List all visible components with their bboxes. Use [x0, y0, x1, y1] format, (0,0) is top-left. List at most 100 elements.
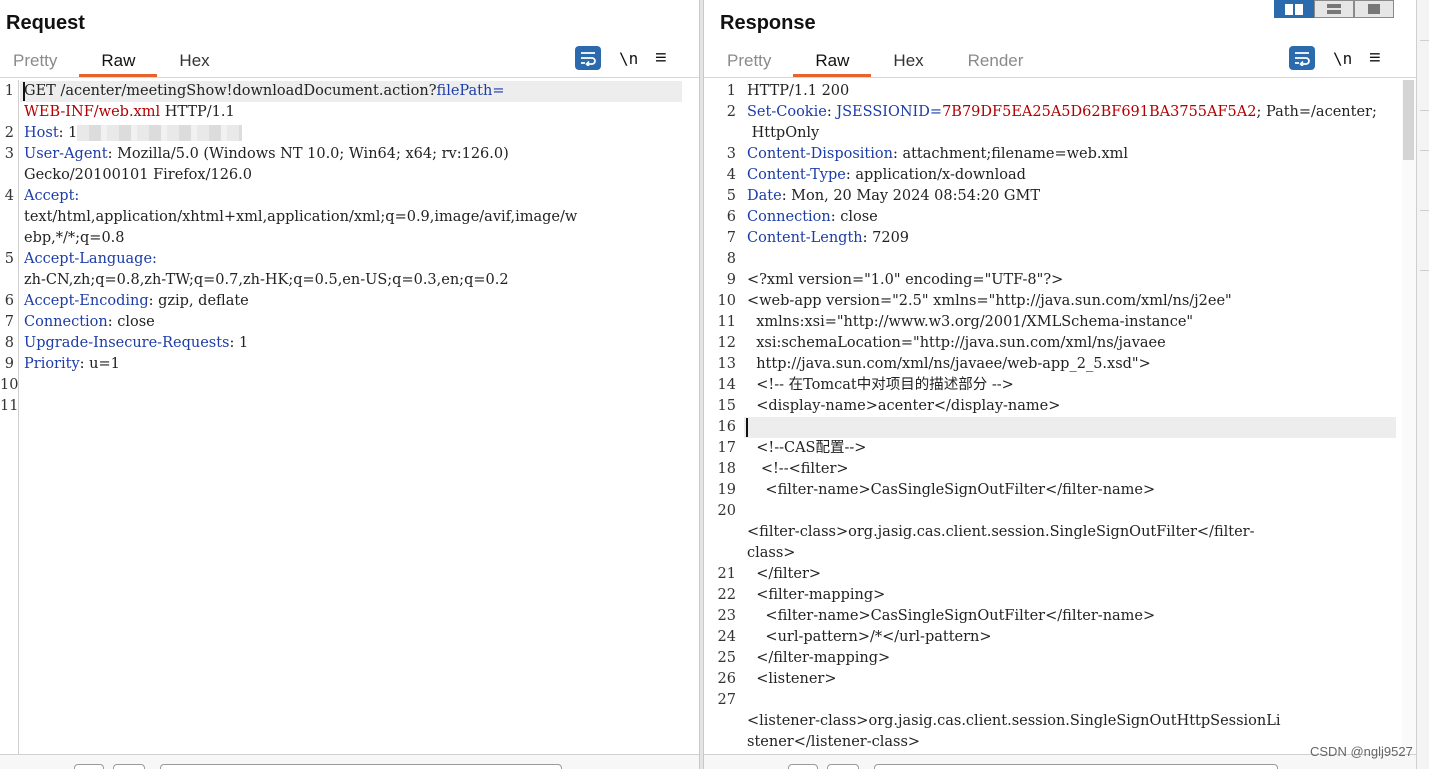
code-token: <filter-name>CasSingleSignOutFilter</fil… [747, 608, 1156, 624]
code-line[interactable]: <url-pattern>/*</url-pattern> [747, 627, 991, 648]
code-line[interactable]: Upgrade-Insecure-Requests: 1 [24, 333, 248, 354]
code-line[interactable]: Set-Cookie: JSESSIONID=7B79DF5EA25A5D62B… [747, 102, 1377, 123]
hamburger-menu-icon[interactable]: ≡ [1369, 48, 1387, 68]
code-token: Accept-Language [24, 251, 153, 267]
code-line[interactable]: <!-- 在Tomcat中对项目的描述部分 --> [747, 375, 1014, 396]
response-scrollbar[interactable] [1402, 80, 1416, 754]
code-line[interactable]: Accept: [24, 186, 79, 207]
line-number: 5 [726, 188, 736, 204]
code-token: <filter-name>CasSingleSignOutFilter</fil… [747, 482, 1156, 498]
split-columns-icon[interactable] [1274, 0, 1314, 18]
code-line[interactable]: text/html,application/xhtml+xml,applicat… [24, 207, 577, 228]
code-line[interactable]: xsi:schemaLocation="http://java.sun.com/… [747, 333, 1166, 354]
code-line[interactable]: Content-Length: 7209 [747, 228, 909, 249]
nav-back-button[interactable] [788, 764, 818, 769]
code-token: : [58, 125, 69, 141]
newline-toggle-button[interactable]: \n [1333, 49, 1352, 68]
tab-render[interactable]: Render [946, 48, 1046, 77]
code-line[interactable]: <display-name>acenter</display-name> [747, 396, 1060, 417]
wrap-lines-icon[interactable] [1289, 46, 1315, 70]
code-token: ebp,*/*;q=0.8 [24, 230, 125, 246]
response-editor[interactable]: 1 HTTP/1.1 200 2 Set-Cookie: JSESSIONID=7B7… [704, 80, 1416, 754]
code-line[interactable]: </filter> [747, 564, 821, 585]
code-token: Content-Length [747, 230, 863, 246]
line-number: 1 [726, 83, 736, 99]
code-token: stener</listener-class> [747, 734, 921, 750]
line-number: 7 [726, 230, 736, 246]
code-line[interactable]: stener</listener-class> [747, 732, 920, 753]
code-line[interactable]: User-Agent: Mozilla/5.0 (Windows NT 10.0… [24, 144, 509, 165]
code-line[interactable]: http://java.sun.com/xml/ns/javaee/web-ap… [747, 354, 1151, 375]
line-number: 5 [4, 251, 14, 267]
code-line[interactable]: ebp,*/*;q=0.8 [24, 228, 125, 249]
tab-hex[interactable]: Hex [157, 48, 231, 77]
watermark: CSDN @nglj9527 [1310, 744, 1413, 759]
line-number: 3 [4, 146, 14, 162]
tab-raw[interactable]: Raw [793, 48, 872, 77]
request-editor[interactable]: 1 GET /acenter/meetingShow!downloadDocume… [0, 80, 700, 754]
code-line[interactable]: </filter-mapping> [747, 648, 890, 669]
code-line[interactable]: Accept-Encoding: gzip, deflate [24, 291, 249, 312]
code-line[interactable]: xmlns:xsi="http://www.w3.org/2001/XMLSch… [747, 312, 1193, 333]
code-token: : Mon, 20 May 2024 08:54:20 GMT [781, 188, 1041, 204]
split-rows-icon[interactable] [1314, 0, 1354, 18]
code-token: <listener> [747, 671, 837, 687]
code-token: xsi:schemaLocation="http://java.sun.com/… [747, 335, 1166, 351]
code-token: <!-- 在Tomcat中对项目的描述部分 --> [747, 377, 1014, 393]
inspector-sidebar[interactable] [1416, 0, 1429, 769]
code-line[interactable]: class> [747, 543, 795, 564]
code-token: Upgrade-Insecure-Requests [24, 335, 230, 351]
code-line[interactable]: <web-app version="2.5" xmlns="http://jav… [747, 291, 1232, 312]
search-input[interactable] [160, 764, 562, 769]
line-number: 11 [0, 398, 19, 414]
tab-pretty[interactable]: Pretty [704, 48, 793, 77]
nav-forward-button[interactable] [827, 764, 859, 769]
code-line[interactable]: <filter-mapping> [747, 585, 885, 606]
code-line[interactable]: Content-Type: application/x-download [747, 165, 1026, 186]
code-line[interactable]: <!--<filter> [747, 459, 849, 480]
code-token: HTTP/1.1 200 [747, 83, 850, 99]
code-line[interactable]: WEB-INF/web.xml HTTP/1.1 [24, 102, 235, 123]
code-line[interactable]: <!--CAS配置--> [747, 438, 866, 459]
line-number: 9 [726, 272, 736, 288]
tab-raw[interactable]: Raw [79, 48, 158, 77]
code-line[interactable]: Accept-Language: [24, 249, 157, 270]
code-line[interactable]: <?xml version="1.0" encoding="UTF-8"?> [747, 270, 1063, 291]
code-line[interactable]: <filter-name>CasSingleSignOutFilter</fil… [747, 606, 1155, 627]
text-cursor [23, 82, 25, 101]
code-line[interactable]: Host: 1 [24, 123, 243, 144]
code-line[interactable]: HTTP/1.1 200 [747, 81, 849, 102]
tab-hex[interactable]: Hex [871, 48, 945, 77]
code-line[interactable]: Priority: u=1 [24, 354, 120, 375]
nav-back-button[interactable] [74, 764, 104, 769]
code-line[interactable]: zh-CN,zh;q=0.8,zh-TW;q=0.7,zh-HK;q=0.5,e… [24, 270, 509, 291]
line-number: 14 [717, 377, 736, 393]
code-line[interactable]: Connection: close [24, 312, 155, 333]
newline-toggle-button[interactable]: \n [619, 49, 638, 68]
code-token: <display-name>acenter</display-name> [747, 398, 1061, 414]
code-line[interactable]: <filter-name>CasSingleSignOutFilter</fil… [747, 480, 1155, 501]
code-line[interactable]: <listener-class>org.jasig.cas.client.ses… [747, 711, 1281, 732]
code-line[interactable]: Content-Disposition: attachment;filename… [747, 144, 1128, 165]
hamburger-menu-icon[interactable]: ≡ [655, 48, 673, 68]
response-pane: Response Pretty Raw Hex Render \n ≡ 1 HTT… [704, 0, 1416, 769]
code-line[interactable]: <listener> [747, 669, 837, 690]
nav-forward-button[interactable] [113, 764, 145, 769]
line-number: 16 [717, 419, 736, 435]
wrap-lines-icon[interactable] [575, 46, 601, 70]
layout-switcher [1274, 0, 1394, 18]
code-line[interactable]: Gecko/20100101 Firefox/126.0 [24, 165, 252, 186]
code-line[interactable]: GET /acenter/meetingShow!downloadDocumen… [24, 81, 505, 102]
code-line[interactable]: Connection: close [747, 207, 878, 228]
scrollbar-thumb[interactable] [1403, 80, 1414, 160]
code-token: : gzip, deflate [148, 293, 249, 309]
line-number: 17 [717, 440, 736, 456]
code-line[interactable]: HttpOnly [747, 123, 820, 144]
single-pane-icon[interactable] [1354, 0, 1394, 18]
code-token: http://java.sun.com/xml/ns/javaee/web-ap… [747, 356, 1151, 372]
search-input[interactable] [874, 764, 1278, 769]
line-number: 20 [717, 503, 736, 519]
code-line[interactable]: <filter-class>org.jasig.cas.client.sessi… [747, 522, 1255, 543]
code-line[interactable]: Date: Mon, 20 May 2024 08:54:20 GMT [747, 186, 1040, 207]
tab-pretty[interactable]: Pretty [0, 48, 79, 77]
